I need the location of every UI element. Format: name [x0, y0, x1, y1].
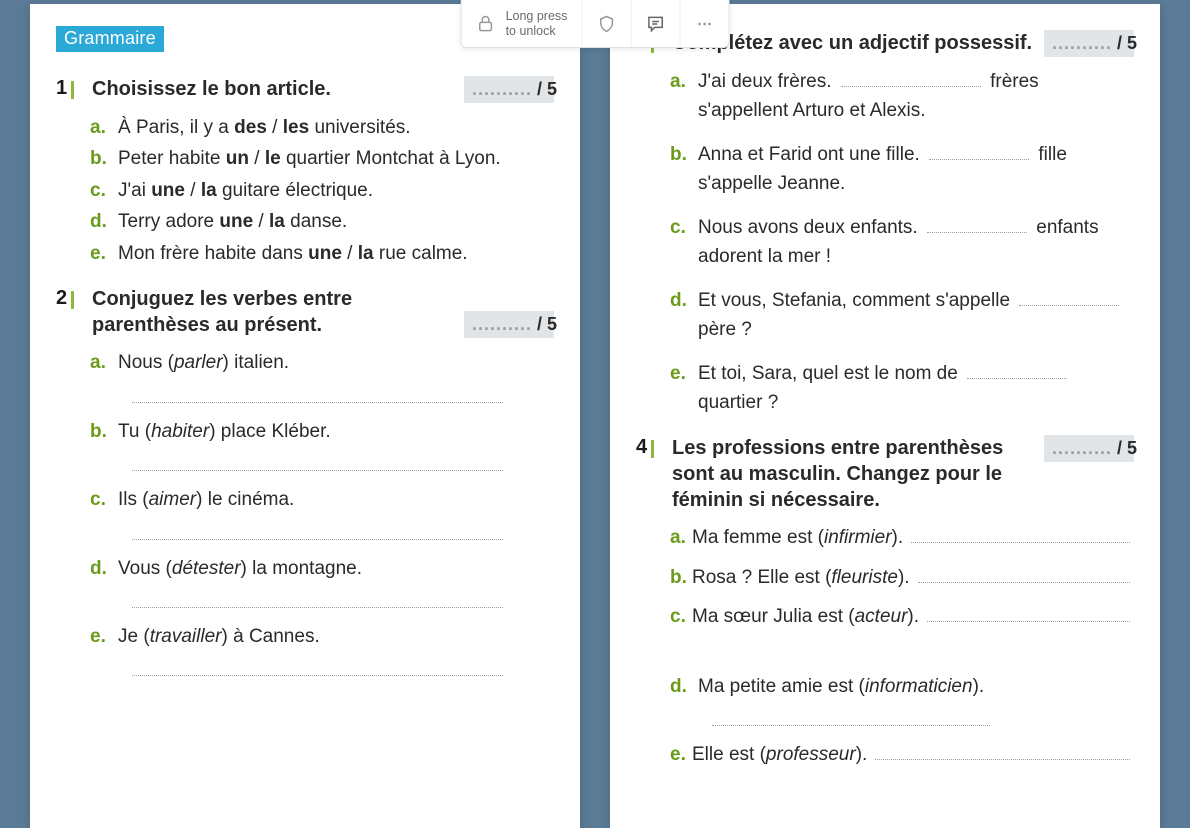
more-button[interactable]: [680, 0, 728, 47]
unlock-button[interactable]: Long press to unlock: [462, 0, 583, 47]
list-item: b.Tu (habiter) place Kléber.: [90, 417, 554, 446]
exercise-number: 1: [56, 76, 84, 103]
list-item: c.Nous avons deux enfants. enfants adore…: [670, 213, 1134, 272]
exercise-4-items: a.Ma femme est (infirmier). b.Rosa ? Ell…: [670, 523, 1134, 769]
blank-field[interactable]: [1019, 289, 1119, 306]
comment-button[interactable]: [631, 0, 680, 47]
exercise-2-header: 2 Conjuguez les verbes entre parenthèses…: [56, 286, 554, 338]
score-box[interactable]: .......... / 5: [1044, 30, 1134, 57]
list-item: d.Vous (détester) la montagne.: [90, 554, 554, 583]
exercise-title: Choisissez le bon article.: [92, 76, 456, 103]
left-page: Grammaire 1 Choisissez le bon article. .…: [30, 4, 580, 828]
exercise-title: Les professions entre parenthèses sont a…: [672, 435, 1036, 513]
exercise-3-items: a.J'ai deux frères. frères s'appellent A…: [670, 67, 1134, 417]
answer-line[interactable]: [132, 607, 503, 608]
page-spread: Grammaire 1 Choisissez le bon article. .…: [30, 4, 1160, 828]
right-page: 3 Complétez avec un adjectif possessif. …: [610, 4, 1160, 828]
list-item: b.Peter habite un / le quartier Montchat…: [90, 144, 554, 173]
list-item: d.Ma petite amie est (informaticien).: [670, 672, 1134, 701]
shield-icon: [596, 14, 616, 34]
answer-line[interactable]: [132, 402, 503, 403]
blank-field[interactable]: [911, 526, 1130, 543]
blank-field[interactable]: [967, 361, 1067, 378]
list-item: b.Anna et Farid ont une fille. fille s'a…: [670, 140, 1134, 199]
exercise-title: Conjuguez les verbes entre parenthèses a…: [92, 286, 456, 338]
answer-line[interactable]: [132, 675, 503, 676]
list-item: d.Terry adore une / la danse.: [90, 207, 554, 236]
list-item: e.Et toi, Sara, quel est le nom de quart…: [670, 359, 1134, 418]
score-box[interactable]: .......... / 5: [464, 76, 554, 103]
unlock-label: Long press to unlock: [506, 9, 568, 38]
list-item: a.J'ai deux frères. frères s'appellent A…: [670, 67, 1134, 126]
exercise-2-items: a.Nous (parler) italien. b.Tu (habiter) …: [90, 348, 554, 676]
blank-field[interactable]: [929, 143, 1029, 160]
list-item: c.Ils (aimer) le cinéma.: [90, 485, 554, 514]
section-tag: Grammaire: [56, 26, 164, 52]
list-item: d.Et vous, Stefania, comment s'appelle p…: [670, 286, 1134, 345]
top-toolbar: Long press to unlock: [461, 0, 730, 48]
exercise-number: 2: [56, 286, 84, 338]
blank-field[interactable]: [918, 566, 1130, 583]
lock-icon: [476, 14, 496, 34]
list-item: e.Je (travailler) à Cannes.: [90, 622, 554, 651]
score-box[interactable]: .......... / 5: [1044, 435, 1134, 462]
list-item: c.J'ai une / la guitare électrique.: [90, 176, 554, 205]
exercise-1-items: a.À Paris, il y a des / les universités.…: [90, 113, 554, 268]
exercise-4-header: 4 Les professions entre parenthèses sont…: [636, 435, 1134, 513]
list-item: a.Ma femme est (infirmier).: [670, 523, 1134, 552]
blank-field[interactable]: [875, 743, 1130, 760]
list-item: a.Nous (parler) italien.: [90, 348, 554, 377]
blank-field[interactable]: [927, 605, 1130, 622]
list-item: b.Rosa ? Elle est (fleuriste).: [670, 563, 1134, 592]
answer-line[interactable]: [712, 725, 990, 726]
blank-field[interactable]: [841, 70, 981, 87]
list-item: a.À Paris, il y a des / les universités.: [90, 113, 554, 142]
list-item: c.Ma sœur Julia est (acteur).: [670, 602, 1134, 631]
exercise-number: 4: [636, 435, 664, 513]
list-item: e.Mon frère habite dans une / la rue cal…: [90, 239, 554, 268]
answer-line[interactable]: [132, 539, 503, 540]
score-box[interactable]: .......... / 5: [464, 311, 554, 338]
shield-button[interactable]: [582, 0, 631, 47]
blank-field[interactable]: [927, 216, 1027, 233]
answer-line[interactable]: [132, 470, 503, 471]
list-item: e.Elle est (professeur).: [670, 740, 1134, 769]
comment-icon: [645, 14, 665, 34]
more-icon: [694, 14, 714, 34]
exercise-1-header: 1 Choisissez le bon article. .......... …: [56, 76, 554, 103]
